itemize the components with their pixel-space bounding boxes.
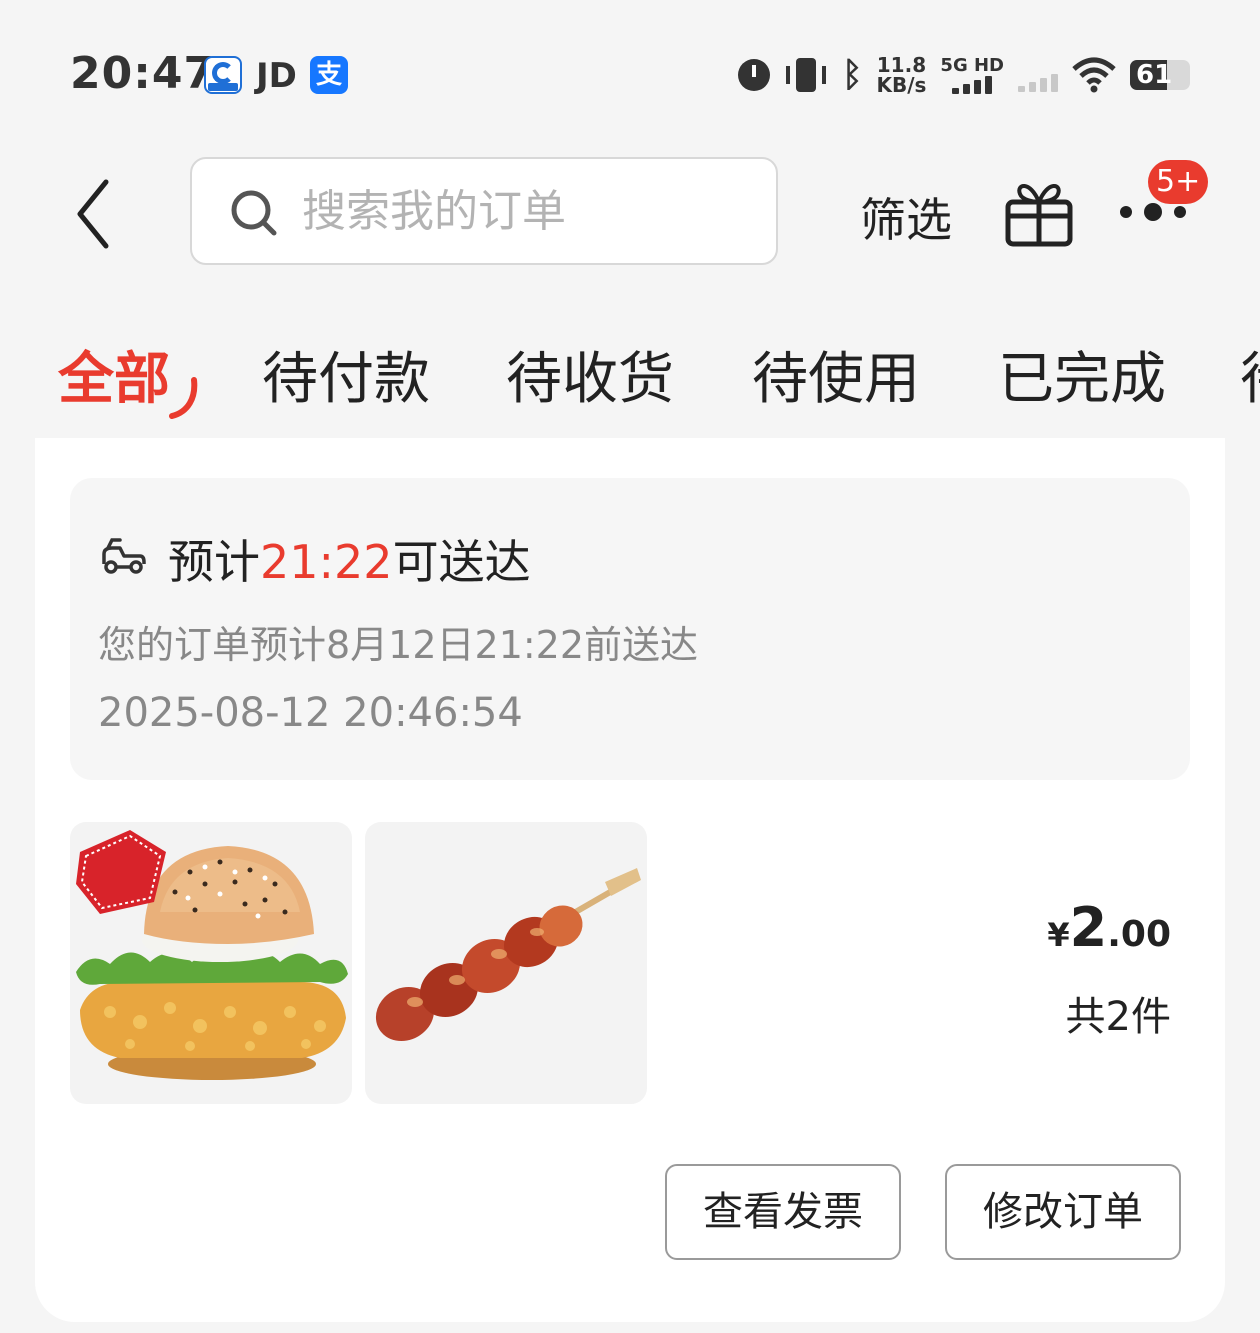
burger-image xyxy=(76,830,348,1080)
tab-partial[interactable]: 待 xyxy=(1240,334,1260,415)
notification-badge: 5+ xyxy=(1148,160,1209,204)
bluetooth-icon: ᛒ xyxy=(842,55,863,95)
wifi-icon xyxy=(1072,57,1116,93)
vibrate-icon xyxy=(784,58,828,92)
skewer-image xyxy=(375,868,641,1042)
eta-prefix: 预计 xyxy=(168,535,260,589)
modify-order-button[interactable]: 修改订单 xyxy=(945,1164,1181,1260)
delivery-eta-box[interactable]: 预计21:22可送达 您的订单预计8月12日21:22前送达 2025-08-1… xyxy=(70,478,1190,780)
more-dot-icon xyxy=(1144,203,1162,221)
search-icon xyxy=(231,190,277,236)
tab-pending-payment[interactable]: 待付款 xyxy=(262,334,430,415)
tab-pending-use[interactable]: 待使用 xyxy=(752,334,920,415)
alarm-icon xyxy=(738,59,771,91)
signal-5g: 5G HD xyxy=(940,56,1004,94)
network-speed: 11.8 KB/s xyxy=(876,55,926,95)
alipay-app-icon: 支 xyxy=(310,56,348,94)
order-card[interactable]: 预计21:22可送达 您的订单预计8月12日21:22前送达 2025-08-1… xyxy=(35,438,1225,1322)
gift-icon xyxy=(1005,184,1073,247)
status-time: 20:47 xyxy=(70,48,216,99)
search-input[interactable] xyxy=(302,181,752,241)
signal-bars-secondary-icon xyxy=(1018,74,1058,92)
active-tab-indicator xyxy=(169,377,198,419)
signal-bars-icon xyxy=(952,76,993,94)
price-currency: ¥ xyxy=(1047,916,1070,954)
order-list-page: 20:47 JD 支 ᛒ 11.8 KB/s 5G HD 61 搜索我的订单 筛… xyxy=(0,0,1260,1333)
search-bar[interactable] xyxy=(190,157,778,265)
price-integer: 2 xyxy=(1069,896,1108,959)
more-dot-icon xyxy=(1120,206,1132,218)
eta-time: 21:22 xyxy=(260,535,393,589)
eta-headline: 预计21:22可送达 xyxy=(168,526,531,592)
gift-button[interactable] xyxy=(1004,176,1074,248)
network-speed-unit: KB/s xyxy=(876,73,927,97)
battery-icon: 61 xyxy=(1130,60,1190,90)
view-invoice-button[interactable]: 查看发票 xyxy=(665,1164,901,1260)
jd-app-icon: JD xyxy=(256,56,297,96)
network-type: 5G HD xyxy=(940,55,1004,76)
tab-all[interactable]: 全部 xyxy=(58,334,170,415)
delivery-scooter-icon xyxy=(102,538,146,574)
item-count: 共2件 xyxy=(1065,994,1171,1040)
filter-button[interactable]: 筛选 xyxy=(860,184,952,250)
order-total-price: ¥2.00 xyxy=(1047,896,1171,959)
tab-completed[interactable]: 已完成 xyxy=(998,334,1166,415)
status-bar: 20:47 JD 支 ᛒ 11.8 KB/s 5G HD 61 xyxy=(0,0,1260,150)
status-indicators: ᛒ 11.8 KB/s 5G HD 61 xyxy=(738,52,1190,98)
bank-app-icon xyxy=(204,56,242,94)
order-timestamp: 2025-08-12 20:46:54 xyxy=(98,690,523,736)
chevron-left-icon xyxy=(77,179,109,249)
product-thumbnail-burger[interactable] xyxy=(70,822,352,1104)
tab-pending-receipt[interactable]: 待收货 xyxy=(506,334,674,415)
product-thumbnail-skewer[interactable] xyxy=(365,822,647,1104)
eta-suffix: 可送达 xyxy=(392,535,531,589)
back-button[interactable] xyxy=(68,176,118,252)
battery-level: 61 xyxy=(1136,60,1173,90)
price-decimal: .00 xyxy=(1107,914,1171,955)
more-dot-icon xyxy=(1174,206,1186,218)
network-speed-value: 11.8 xyxy=(876,53,927,77)
eta-detail: 您的订单预计8月12日21:22前送达 xyxy=(98,623,699,667)
